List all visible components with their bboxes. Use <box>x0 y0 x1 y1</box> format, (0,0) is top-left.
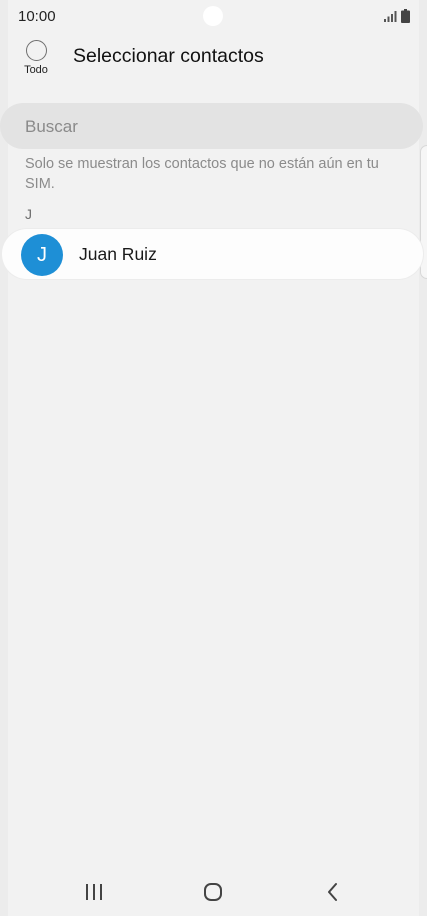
contact-picker-screen: 10:00 Todo Seleccionar contactos Buscar … <box>0 0 427 916</box>
section-header-letter: J <box>25 206 32 222</box>
screen-edge-right <box>419 0 427 916</box>
navigation-bar <box>0 866 427 916</box>
select-all-toggle[interactable]: Todo <box>20 38 52 78</box>
select-all-label: Todo <box>24 64 48 76</box>
battery-icon <box>401 9 410 23</box>
contact-list-item[interactable]: J Juan Ruiz <box>2 229 423 279</box>
signal-icon <box>384 11 397 22</box>
status-bar: 10:00 <box>0 0 427 34</box>
info-message: Solo se muestran los contactos que no es… <box>25 156 379 192</box>
contact-name: Juan Ruiz <box>79 244 157 264</box>
page-title: Seleccionar contactos <box>73 45 264 67</box>
search-input[interactable]: Buscar <box>0 103 423 149</box>
status-time: 10:00 <box>18 8 56 25</box>
home-icon[interactable] <box>203 882 223 902</box>
recents-icon[interactable] <box>84 883 104 901</box>
back-icon[interactable] <box>326 882 340 902</box>
search-placeholder: Buscar <box>25 117 78 136</box>
avatar: J <box>21 234 63 276</box>
select-all-checkbox[interactable] <box>26 40 47 61</box>
camera-cutout <box>203 6 223 26</box>
